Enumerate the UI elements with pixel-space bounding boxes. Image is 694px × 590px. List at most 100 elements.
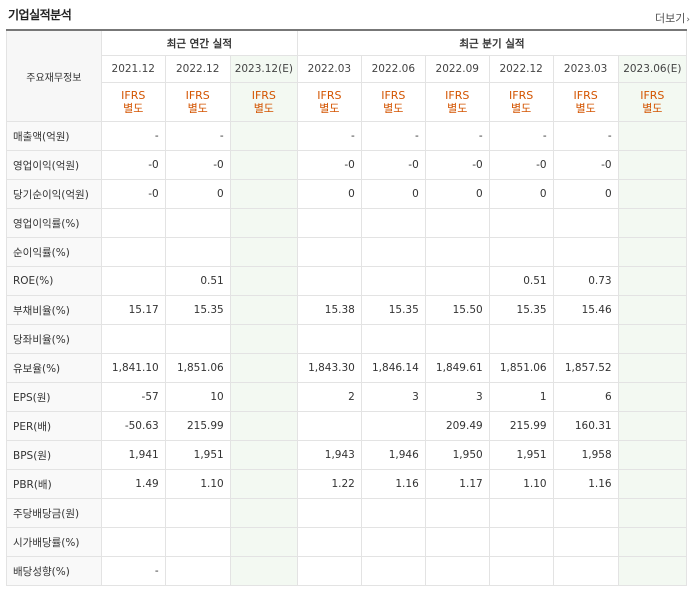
row-label[interactable]: 당기순이익(억원) bbox=[6, 179, 102, 209]
table-cell bbox=[164, 527, 231, 557]
period-header: 2022.12 bbox=[164, 55, 231, 83]
ifrs-header: IFRS 별도 bbox=[100, 82, 166, 122]
table-cell bbox=[552, 208, 619, 238]
row-label[interactable]: PBR(배) bbox=[6, 469, 102, 499]
table-cell bbox=[296, 324, 362, 354]
table-cell: 1,951 bbox=[164, 440, 231, 470]
table-cell: 1.22 bbox=[296, 469, 362, 499]
row-label[interactable]: 배당성향(%) bbox=[6, 556, 102, 586]
row-label[interactable]: 부채비율(%) bbox=[6, 295, 102, 325]
table-row: 배당성향(%) - bbox=[6, 556, 688, 586]
table-cell bbox=[617, 208, 688, 238]
period-header: 2022.12 bbox=[488, 55, 554, 83]
table-row: ROE(%) 0.51 0.51 0.73 bbox=[6, 266, 688, 296]
table-cell bbox=[360, 498, 426, 528]
ifrs-basis: 별도 bbox=[447, 102, 468, 115]
table-cell: 0 bbox=[424, 179, 490, 209]
row-label[interactable]: 매출액(억원) bbox=[6, 121, 102, 151]
row-label[interactable]: 영업이익(억원) bbox=[6, 150, 102, 180]
table-cell: 209.49 bbox=[424, 411, 490, 441]
table-cell bbox=[229, 527, 298, 557]
table-cell bbox=[552, 556, 619, 586]
table-cell bbox=[360, 324, 426, 354]
table-cell bbox=[617, 353, 688, 383]
row-label[interactable]: 영업이익률(%) bbox=[6, 208, 102, 238]
table-cell: 15.38 bbox=[296, 295, 362, 325]
financial-table: 주요재무정보 최근 연간 실적 최근 분기 실적 2021.12 2022.12 2… bbox=[6, 29, 688, 586]
table-cell bbox=[552, 527, 619, 557]
table-cell: 1,841.10 bbox=[100, 353, 166, 383]
table-cell: 3 bbox=[424, 382, 490, 412]
row-label[interactable]: 주당배당금(원) bbox=[6, 498, 102, 528]
table-row: 당좌비율(%) bbox=[6, 324, 688, 354]
table-cell bbox=[424, 324, 490, 354]
table-cell: 1.17 bbox=[424, 469, 490, 499]
ifrs-basis: 별도 bbox=[575, 102, 596, 115]
table-cell bbox=[552, 237, 619, 267]
table-row: BPS(원) 1,941 1,951 1,943 1,946 1,950 1,951 1,95… bbox=[6, 440, 688, 470]
table-cell: 10 bbox=[164, 382, 231, 412]
table-cell bbox=[229, 179, 298, 209]
row-label[interactable]: EPS(원) bbox=[6, 382, 102, 412]
row-label[interactable]: PER(배) bbox=[6, 411, 102, 441]
table-cell bbox=[360, 411, 426, 441]
table-cell bbox=[360, 266, 426, 296]
ifrs-header: IFRS 별도 bbox=[360, 82, 426, 122]
row-label[interactable]: 당좌비율(%) bbox=[6, 324, 102, 354]
table-cell bbox=[424, 527, 490, 557]
ifrs-header: IFRS 별도 bbox=[229, 82, 298, 122]
table-cell: - bbox=[100, 121, 166, 151]
table-cell bbox=[229, 382, 298, 412]
table-cell: 0.51 bbox=[488, 266, 554, 296]
ifrs-basis: 별도 bbox=[511, 102, 532, 115]
table-cell: 1,958 bbox=[552, 440, 619, 470]
table-row: 매출액(억원) - - - - - - - bbox=[6, 121, 688, 151]
table-cell bbox=[617, 498, 688, 528]
table-cell: 1.16 bbox=[360, 469, 426, 499]
table-cell bbox=[296, 208, 362, 238]
table-cell: - bbox=[424, 121, 490, 151]
table-cell bbox=[617, 440, 688, 470]
ifrs-label: IFRS bbox=[573, 89, 598, 102]
ifrs-label: IFRS bbox=[445, 89, 470, 102]
table-cell: -0 bbox=[100, 179, 166, 209]
period-header: 2023.12(E) bbox=[229, 55, 298, 83]
table-cell bbox=[360, 556, 426, 586]
table-cell: 1.16 bbox=[552, 469, 619, 499]
table-cell bbox=[229, 121, 298, 151]
table-cell bbox=[617, 382, 688, 412]
table-cell bbox=[617, 121, 688, 151]
table-cell: - bbox=[296, 121, 362, 151]
table-cell: 2 bbox=[296, 382, 362, 412]
row-label[interactable]: 시가배당률(%) bbox=[6, 527, 102, 557]
table-cell bbox=[229, 150, 298, 180]
table-cell: 1,943 bbox=[296, 440, 362, 470]
table-cell: 15.50 bbox=[424, 295, 490, 325]
row-label[interactable]: 순이익률(%) bbox=[6, 237, 102, 267]
table-cell bbox=[488, 527, 554, 557]
chevron-right-icon: › bbox=[686, 15, 690, 25]
row-label[interactable]: ROE(%) bbox=[6, 266, 102, 296]
ifrs-header: IFRS 별도 bbox=[617, 82, 688, 122]
table-cell bbox=[229, 208, 298, 238]
table-row: PBR(배) 1.49 1.10 1.22 1.16 1.17 1.10 1.16 bbox=[6, 469, 688, 499]
table-cell bbox=[424, 208, 490, 238]
table-cell bbox=[424, 237, 490, 267]
table-cell bbox=[229, 556, 298, 586]
row-label[interactable]: 유보율(%) bbox=[6, 353, 102, 383]
table-cell bbox=[552, 498, 619, 528]
table-cell bbox=[617, 179, 688, 209]
more-link[interactable]: 더보기› bbox=[655, 10, 690, 26]
table-cell: 1,857.52 bbox=[552, 353, 619, 383]
ifrs-label: IFRS bbox=[251, 89, 276, 102]
table-cell: 0 bbox=[360, 179, 426, 209]
row-label[interactable]: BPS(원) bbox=[6, 440, 102, 470]
period-header: 2022.03 bbox=[296, 55, 362, 83]
quarter-group-header: 최근 분기 실적 bbox=[296, 29, 688, 56]
table-cell: - bbox=[552, 121, 619, 151]
table-cell: 1,950 bbox=[424, 440, 490, 470]
table-cell bbox=[360, 208, 426, 238]
table-cell bbox=[164, 208, 231, 238]
table-cell: 215.99 bbox=[164, 411, 231, 441]
table-cell: -57 bbox=[100, 382, 166, 412]
